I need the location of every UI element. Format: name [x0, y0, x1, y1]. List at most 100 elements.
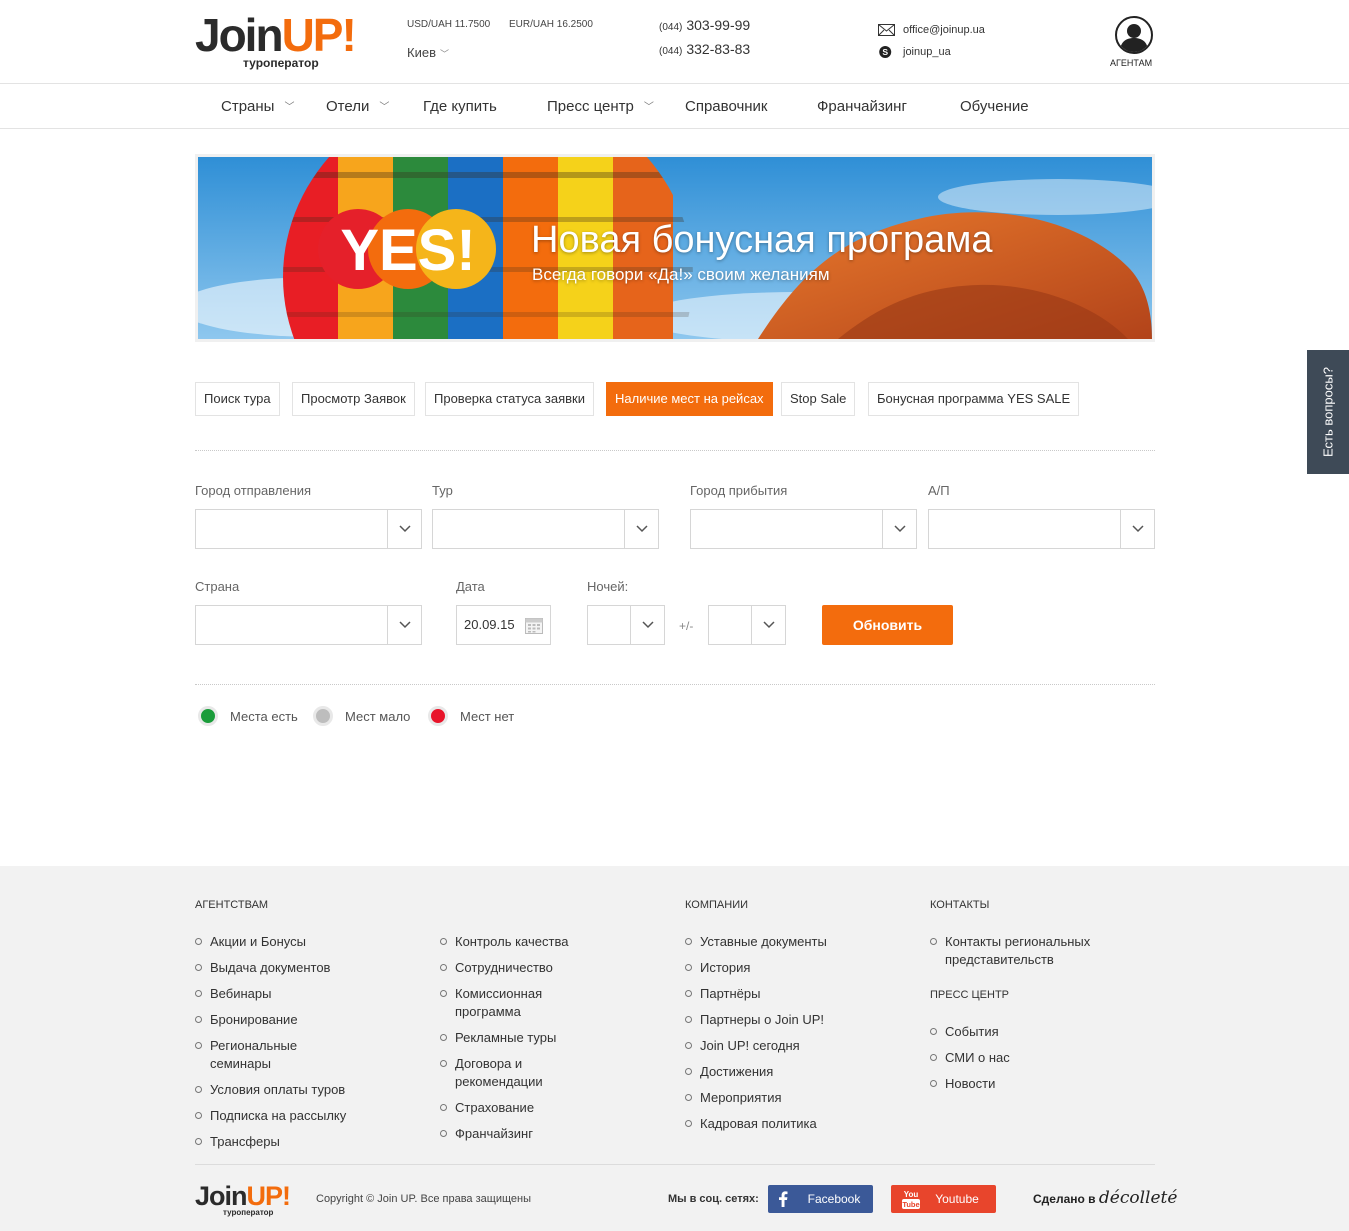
tab-stop-sale[interactable]: Stop Sale: [781, 382, 856, 416]
calendar-icon[interactable]: [525, 616, 543, 634]
country-label: Страна: [195, 579, 240, 594]
nights-range-select[interactable]: [708, 605, 786, 645]
airport-select[interactable]: [928, 509, 1155, 549]
footer-link[interactable]: Сотрудничество: [440, 959, 600, 977]
footer-col-agencies-2: . Контроль качества Сотрудничество Комис…: [440, 866, 600, 1151]
tab-view-orders[interactable]: Просмотр Заявок: [292, 382, 415, 416]
footer-heading: КОНТАКТЫ: [930, 899, 990, 911]
tab-tour-search[interactable]: Поиск тура: [195, 382, 280, 416]
footer-link[interactable]: Партнеры о Join UP!: [685, 1011, 845, 1029]
rate-eur: EUR/UAH 16.2500: [508, 19, 593, 30]
banner-yes-logo: YES!: [340, 218, 475, 283]
questions-tab[interactable]: Есть вопросы?: [1307, 350, 1349, 474]
footer-link[interactable]: Договора и рекомендации: [440, 1055, 565, 1091]
agent-label: АГЕНТАМ: [1110, 58, 1153, 68]
footer-link[interactable]: Комиссионная программа: [440, 985, 565, 1021]
chevron-down-icon: ﹀: [379, 102, 390, 113]
tab-yes-sale[interactable]: Бонусная программа YES SALE: [868, 382, 1080, 416]
logo-wordmark: JoinUP!: [195, 1181, 291, 1211]
footer-heading: КОМПАНИИ: [685, 899, 749, 911]
facebook-button[interactable]: Facebook: [768, 1185, 873, 1213]
date-input[interactable]: 20.09.15: [456, 605, 551, 645]
nights-select[interactable]: [587, 605, 665, 645]
nav-item-reference[interactable]: Справочник: [685, 98, 768, 115]
footer-link[interactable]: Региональные семинары: [195, 1037, 355, 1073]
arrival-select[interactable]: [690, 509, 917, 549]
banner-title: Новая бонусная програма: [531, 219, 993, 261]
chevron-down-icon: [630, 606, 664, 644]
footer-link[interactable]: Выдача документов: [195, 959, 355, 977]
email-link[interactable]: office@joinup.ua: [878, 19, 985, 41]
footer-link[interactable]: Рекламные туры: [440, 1029, 600, 1047]
nav-item-countries[interactable]: Страны ﹀: [221, 98, 294, 115]
nav-item-hotels[interactable]: Отели ﹀: [326, 98, 389, 115]
footer-col-company: КОМПАНИИ Уставные документы История Парт…: [685, 866, 845, 1141]
footer-link[interactable]: Страхование: [440, 1099, 600, 1117]
date-value: 20.09.15: [464, 617, 515, 632]
skype-link[interactable]: S joinup_ua: [878, 41, 985, 63]
footer-col-contacts: КОНТАКТЫ Контакты региональных представи…: [930, 866, 1095, 1101]
tab-order-status[interactable]: Проверка статуса заявки: [425, 382, 594, 416]
chevron-down-icon: ﹀: [439, 49, 449, 59]
footer-link[interactable]: СМИ о нас: [930, 1049, 1090, 1067]
footer-link[interactable]: Партнёры: [685, 985, 845, 1003]
nav-item-franchising[interactable]: Франчайзинг: [817, 98, 907, 115]
logo-tagline: туроператор: [223, 1208, 274, 1217]
svg-text:S: S: [882, 47, 888, 57]
tour-select[interactable]: [432, 509, 659, 549]
footer-link[interactable]: Уставные документы: [685, 933, 845, 951]
footer-link[interactable]: Трансферы: [195, 1133, 355, 1151]
green-dot-icon: [198, 706, 218, 726]
city-selector[interactable]: Киев ﹀: [407, 45, 449, 60]
tour-label: Тур: [432, 483, 453, 498]
footer-link[interactable]: Бронирование: [195, 1011, 355, 1029]
update-button[interactable]: Обновить: [822, 605, 953, 645]
main-nav: Страны ﹀ Отели ﹀ Где купить Пресс центр ﹀ С…: [0, 85, 1349, 129]
footer-link[interactable]: Подписка на рассылку: [195, 1107, 355, 1125]
departure-select[interactable]: [195, 509, 422, 549]
chevron-down-icon: [624, 510, 658, 548]
promo-banner[interactable]: YES! Новая бонусная програма Всегда гово…: [195, 154, 1155, 342]
phone-2[interactable]: (044) 332-83-83: [659, 41, 750, 65]
footer-link[interactable]: Контакты региональных представительств: [930, 933, 1095, 969]
footer-heading: АГЕНТСТВАМ: [195, 899, 269, 911]
copyright: Copyright © Join UP. Все права защищены: [316, 1193, 531, 1205]
footer-link[interactable]: Новости: [930, 1075, 1090, 1093]
phone-1[interactable]: (044) 303-99-99: [659, 17, 750, 41]
nav-item-training[interactable]: Обучение: [960, 98, 1029, 115]
footer-link[interactable]: Мероприятия: [685, 1089, 845, 1107]
contacts: office@joinup.ua S joinup_ua: [878, 19, 985, 63]
nav-item-where-to-buy[interactable]: Где купить: [423, 98, 497, 115]
footer-link[interactable]: Условия оплаты туров: [195, 1081, 355, 1099]
tab-flight-seats[interactable]: Наличие мест на рейсах: [606, 382, 773, 416]
footer-link[interactable]: Франчайзинг: [440, 1125, 600, 1143]
date-label: Дата: [456, 579, 485, 594]
site-footer: АГЕНТСТВАМ Акции и Бонусы Выдача докумен…: [0, 866, 1349, 1231]
plus-minus-label: +/-: [679, 619, 694, 633]
chevron-down-icon: [387, 606, 421, 644]
footer-link[interactable]: Достижения: [685, 1063, 845, 1081]
legend-available: Места есть: [198, 706, 298, 726]
country-select[interactable]: [195, 605, 422, 645]
youtube-button[interactable]: You Tube Youtube: [891, 1185, 996, 1213]
chevron-down-icon: [751, 606, 785, 644]
footer-link[interactable]: Join UP! сегодня: [685, 1037, 845, 1055]
svg-text:You: You: [904, 1190, 919, 1199]
legend-none: Мест нет: [428, 706, 514, 726]
rate-usd: USD/UAH 11.7500: [407, 19, 491, 30]
footer-link[interactable]: Акции и Бонусы: [195, 933, 355, 951]
nav-item-press-center[interactable]: Пресс центр ﹀: [547, 98, 654, 115]
footer-link[interactable]: История: [685, 959, 845, 977]
footer-link[interactable]: События: [930, 1023, 1090, 1041]
footer-link[interactable]: Контроль качества: [440, 933, 600, 951]
footer-link[interactable]: Вебинары: [195, 985, 355, 1003]
footer-col-agencies: АГЕНТСТВАМ Акции и Бонусы Выдача докумен…: [195, 866, 355, 1159]
banner-subtitle: Всегда говори «Да!» своим желаниям: [532, 265, 830, 284]
airport-label: А/П: [928, 483, 950, 498]
footer-link[interactable]: Кадровая политика: [685, 1115, 845, 1133]
site-logo[interactable]: JoinUP! туроператор: [195, 10, 365, 72]
agent-login[interactable]: АГЕНТАМ: [1110, 16, 1158, 68]
made-by[interactable]: Сделано в décolleté: [1033, 1188, 1177, 1208]
footer-logo[interactable]: JoinUP! туроператор: [195, 1181, 295, 1221]
arrival-label: Город прибытия: [690, 483, 788, 498]
